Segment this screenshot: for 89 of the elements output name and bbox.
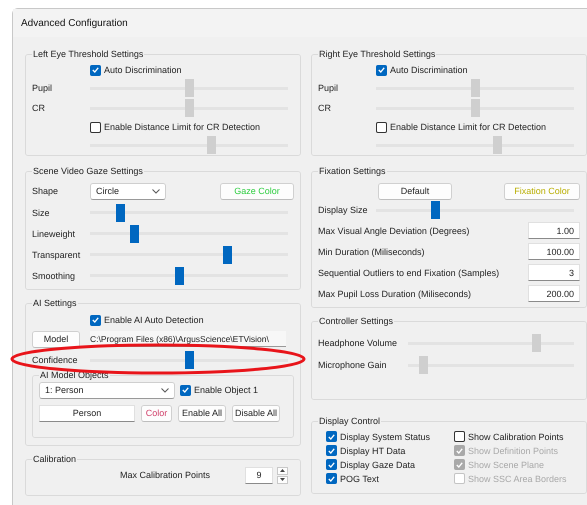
check-icon bbox=[92, 67, 99, 73]
check-icon bbox=[328, 476, 335, 482]
field-label: Sequential Outliers to end Fixation (Samples) bbox=[318, 268, 500, 278]
slider-label: Pupil bbox=[32, 83, 54, 93]
check-icon bbox=[328, 448, 335, 454]
field-label: Shape bbox=[32, 186, 60, 196]
spin-down-button[interactable] bbox=[277, 476, 288, 484]
group-title: Fixation Settings bbox=[318, 166, 387, 176]
group-title: Calibration bbox=[32, 454, 78, 464]
check-icon bbox=[328, 434, 335, 440]
slider-label: Microphone Gain bbox=[318, 360, 388, 370]
checkbox-label: Show Scene Plane bbox=[468, 460, 544, 470]
checkbox-label: Enable Distance Limit for CR Detection bbox=[104, 122, 260, 132]
slider-label: Display Size bbox=[318, 205, 369, 215]
field-label: Max Calibration Points bbox=[120, 470, 212, 480]
checkbox-label: Display System Status bbox=[340, 432, 430, 442]
model-button[interactable]: Model bbox=[32, 330, 80, 348]
group-title: Display Control bbox=[318, 416, 382, 426]
slider-thumb[interactable] bbox=[175, 266, 184, 284]
slider-thumb[interactable] bbox=[431, 201, 440, 219]
checkbox-label: POG Text bbox=[340, 474, 379, 484]
check-icon bbox=[378, 67, 385, 73]
number-field[interactable]: 200.00 bbox=[528, 285, 580, 302]
color-button[interactable]: Color bbox=[141, 404, 172, 422]
checkbox-label: Enable AI Auto Detection bbox=[104, 315, 204, 325]
checkbox[interactable] bbox=[90, 314, 101, 326]
enable-all-button[interactable]: Enable All bbox=[178, 404, 226, 422]
triangle-down-icon bbox=[280, 478, 285, 481]
slider-thumb[interactable] bbox=[130, 224, 139, 242]
dropdown-value: Circle bbox=[96, 186, 120, 196]
checkbox[interactable] bbox=[326, 459, 337, 470]
field-label: Min Duration (Miliseconds) bbox=[318, 246, 426, 256]
check-icon bbox=[92, 317, 99, 323]
check-icon bbox=[182, 387, 189, 393]
group-title: AI Settings bbox=[32, 298, 78, 308]
disable-all-button[interactable]: Disable All bbox=[232, 404, 280, 422]
slider-thumb[interactable] bbox=[116, 204, 125, 222]
slider-label: Transparent bbox=[32, 250, 82, 260]
checkbox-label: Auto Discrimination bbox=[390, 65, 468, 75]
checkbox[interactable] bbox=[376, 122, 387, 132]
slider-label: Confidence bbox=[32, 355, 79, 365]
checkbox[interactable] bbox=[326, 445, 337, 456]
chevron-down-icon bbox=[161, 388, 169, 392]
check-icon bbox=[456, 462, 463, 468]
object-name-field[interactable]: Person bbox=[39, 404, 135, 422]
spin-up-button[interactable] bbox=[277, 466, 288, 474]
number-field[interactable]: 9 bbox=[245, 466, 273, 484]
checkbox-label: Display Gaze Data bbox=[340, 460, 416, 470]
chevron-down-icon bbox=[152, 188, 160, 194]
checkbox[interactable] bbox=[326, 473, 337, 484]
triangle-up-icon bbox=[280, 469, 285, 472]
check-icon bbox=[328, 462, 335, 468]
checkbox-label: Auto Discrimination bbox=[104, 65, 182, 75]
checkbox-label: Display HT Data bbox=[340, 446, 406, 456]
group-title: Scene Video Gaze Settings bbox=[32, 166, 144, 176]
number-field[interactable]: 1.00 bbox=[528, 222, 580, 239]
slider-label: Headphone Volume bbox=[318, 338, 398, 348]
checkbox[interactable] bbox=[90, 122, 101, 132]
group-title: Left Eye Threshold Settings bbox=[32, 49, 144, 59]
default-button[interactable]: Default bbox=[378, 182, 452, 200]
check-icon bbox=[456, 448, 463, 454]
checkbox[interactable] bbox=[376, 64, 387, 76]
slider-label: Size bbox=[32, 208, 51, 218]
window-title: Advanced Configuration bbox=[21, 18, 128, 28]
checkbox-label: Enable Object 1 bbox=[194, 385, 258, 395]
group-title: Controller Settings bbox=[318, 316, 394, 326]
slider-label: Smoothing bbox=[32, 270, 76, 280]
slider-label: CR bbox=[32, 103, 46, 113]
slider-label: CR bbox=[318, 103, 332, 113]
field-label: Max Visual Angle Deviation (Degrees) bbox=[318, 226, 470, 236]
checkbox-label: Show SSC Area Borders bbox=[468, 474, 567, 484]
checkbox[interactable] bbox=[326, 431, 337, 442]
checkbox-label: Show Calibration Points bbox=[468, 432, 564, 442]
slider-thumb[interactable] bbox=[185, 351, 194, 369]
number-field[interactable]: 3 bbox=[528, 264, 580, 281]
slider-thumb[interactable] bbox=[222, 246, 232, 264]
field-label: Max Pupil Loss Duration (Miliseconds) bbox=[318, 288, 472, 298]
checkbox[interactable] bbox=[90, 64, 101, 76]
number-field[interactable]: 100.00 bbox=[528, 243, 580, 260]
checkbox-label: Show Definition Points bbox=[468, 446, 558, 456]
shape-dropdown[interactable]: Circle bbox=[90, 182, 166, 200]
object-dropdown[interactable]: 1: Person bbox=[39, 382, 175, 398]
checkbox[interactable] bbox=[454, 431, 465, 442]
checkbox-label: Enable Distance Limit for CR Detection bbox=[390, 122, 546, 132]
dropdown-value: 1: Person bbox=[45, 385, 84, 395]
checkbox[interactable] bbox=[180, 384, 191, 396]
group-title: Right Eye Threshold Settings bbox=[318, 49, 436, 59]
slider-label: Pupil bbox=[318, 83, 340, 93]
slider-label: Lineweight bbox=[32, 228, 76, 238]
